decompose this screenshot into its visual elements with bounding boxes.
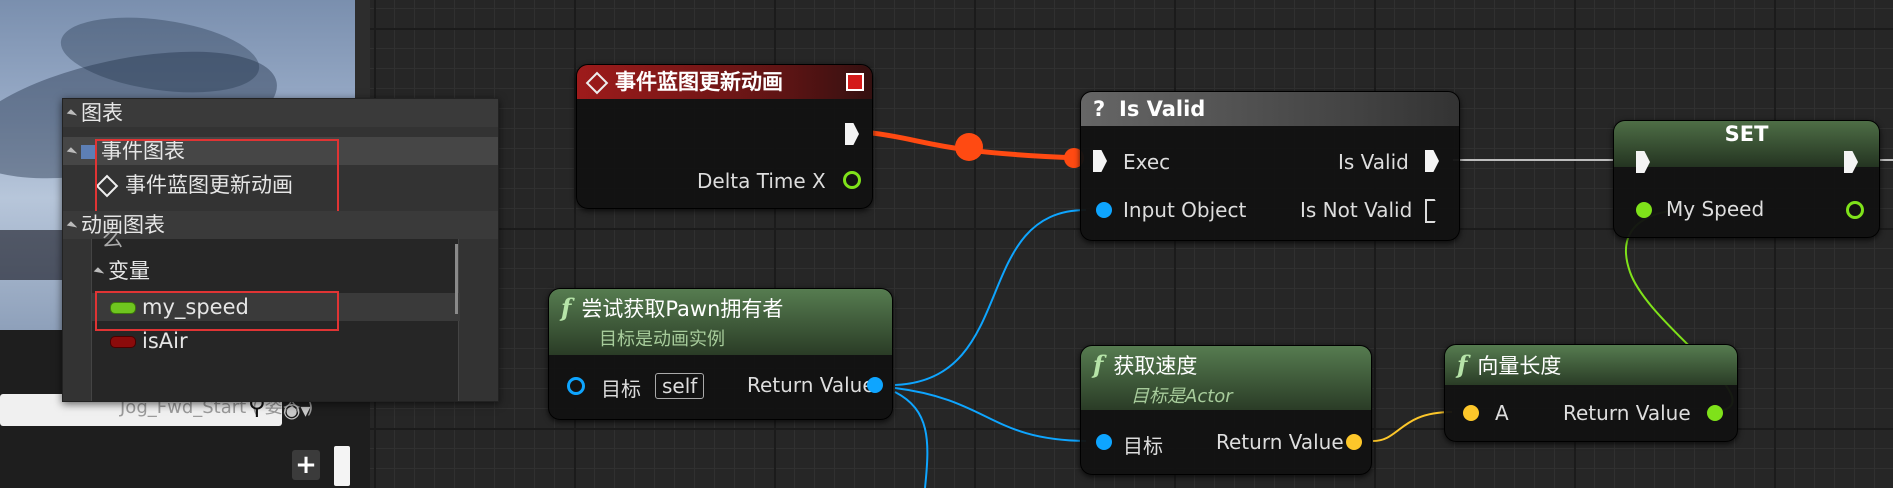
vlength-node-header: f 向量长度 xyxy=(1445,345,1737,385)
event-update-node[interactable]: 事件蓝图更新动画 Delta Time X xyxy=(576,64,873,209)
exec-wire-bubble xyxy=(955,133,983,161)
function-icon: f xyxy=(561,293,572,322)
is-valid-node[interactable]: ? Is Valid Exec Is Valid Input Object Is … xyxy=(1080,91,1460,241)
velocity-target-label: 目标 xyxy=(1123,434,1163,458)
collapse-icon xyxy=(66,220,78,232)
pawn-return-label: Return Value xyxy=(747,373,875,397)
is-not-valid-label: Is Not Valid xyxy=(1300,198,1413,222)
velocity-node-subtitle: 目标是Actor xyxy=(1131,386,1233,407)
variables-panel: 么 变量 my_speed isAir xyxy=(91,227,460,401)
vlength-return-label: Return Value xyxy=(1563,401,1691,425)
exec-in-pin[interactable] xyxy=(1093,150,1107,172)
pawn-node-title: 尝试获取Pawn拥有者 xyxy=(581,297,784,321)
object-wire-down xyxy=(894,391,929,488)
vlength-a-label: A xyxy=(1495,401,1509,425)
variables-category-label: 变量 xyxy=(108,259,150,283)
object-wire-isvalid xyxy=(894,209,1087,386)
event-node-header: 事件蓝图更新动画 xyxy=(577,65,872,99)
bool-var-icon xyxy=(110,336,136,348)
pawn-return-pin[interactable] xyxy=(867,377,883,393)
variable-is-air-label: isAir xyxy=(142,329,188,353)
partial-item: 么 xyxy=(102,227,123,251)
plus-icon[interactable]: + xyxy=(292,450,320,480)
graph-canvas[interactable]: 事件蓝图更新动画 Delta Time X ? Is Valid Exec Is … xyxy=(370,0,1893,488)
diamond-event-icon xyxy=(585,71,609,95)
vector-length-node[interactable]: f 向量长度 A Return Value xyxy=(1444,344,1738,442)
input-object-label: Input Object xyxy=(1123,198,1247,222)
menu-category-graph[interactable]: 图表 xyxy=(63,99,498,127)
vlength-node-title: 向量长度 xyxy=(1477,354,1562,378)
target-pin[interactable] xyxy=(567,377,585,395)
is-valid-title: Is Valid xyxy=(1119,97,1206,121)
velocity-return-pin[interactable] xyxy=(1346,434,1362,450)
function-icon: f xyxy=(1457,350,1468,379)
set-node-header: SET xyxy=(1614,121,1879,167)
pawn-node-header: f 尝试获取Pawn拥有者 目标是动画实例 xyxy=(549,289,892,355)
try-get-pawn-owner-node[interactable]: f 尝试获取Pawn拥有者 目标是动画实例 目标 self Return Valu… xyxy=(548,288,893,420)
function-icon: f xyxy=(1093,350,1104,379)
vlength-return-pin[interactable] xyxy=(1707,405,1723,421)
is-valid-label: Is Valid xyxy=(1338,150,1409,174)
graph-menu[interactable]: 图表 事件图表 事件蓝图更新动画 动画图表 么 变量 my_speed isAi… xyxy=(62,98,499,402)
collapse-icon xyxy=(93,266,105,278)
get-velocity-node[interactable]: f 获取速度 目标是Actor 目标 Return Value xyxy=(1080,345,1372,475)
delta-time-label: Delta Time X xyxy=(697,169,826,193)
delegate-pin-icon[interactable] xyxy=(846,73,864,91)
my-speed-out-pin[interactable] xyxy=(1846,201,1864,219)
is-valid-out-pin[interactable] xyxy=(1425,150,1439,172)
menu-category-graph-label: 图表 xyxy=(81,101,123,125)
set-node[interactable]: SET My Speed xyxy=(1613,120,1880,238)
input-object-pin[interactable] xyxy=(1096,202,1112,218)
velocity-return-label: Return Value xyxy=(1216,430,1344,454)
question-icon: ? xyxy=(1093,97,1106,121)
vlength-a-pin[interactable] xyxy=(1463,405,1479,421)
selection-box-var xyxy=(95,291,339,331)
target-label: 目标 xyxy=(601,377,641,401)
vector-wire xyxy=(1372,411,1453,442)
collapse-icon xyxy=(66,108,78,120)
self-field[interactable]: self xyxy=(655,373,705,399)
variable-is-air[interactable]: isAir xyxy=(92,327,498,355)
my-speed-label: My Speed xyxy=(1666,197,1765,221)
exec-out-pin[interactable] xyxy=(845,123,859,145)
pawn-node-subtitle: 目标是动画实例 xyxy=(599,329,725,350)
velocity-node-header: f 获取速度 目标是Actor xyxy=(1081,346,1371,410)
event-node-title: 事件蓝图更新动画 xyxy=(615,70,783,94)
event-graph-icon xyxy=(81,145,95,159)
velocity-node-title: 获取速度 xyxy=(1113,354,1198,378)
velocity-target-pin[interactable] xyxy=(1096,434,1112,450)
object-wire-velocity xyxy=(894,387,1087,442)
collapse-icon xyxy=(66,146,78,158)
menu-scrollbar[interactable] xyxy=(455,244,458,314)
set-node-title: SET xyxy=(1724,122,1769,146)
variables-category[interactable]: 变量 xyxy=(92,257,498,285)
selection-box xyxy=(95,139,339,213)
is-not-valid-out-pin[interactable] xyxy=(1425,199,1441,223)
exec-label: Exec xyxy=(1123,150,1171,174)
is-valid-header: ? Is Valid xyxy=(1081,92,1459,126)
scroll-panel[interactable] xyxy=(334,446,350,486)
delta-time-pin[interactable] xyxy=(843,171,861,189)
my-speed-in-pin[interactable] xyxy=(1636,202,1652,218)
